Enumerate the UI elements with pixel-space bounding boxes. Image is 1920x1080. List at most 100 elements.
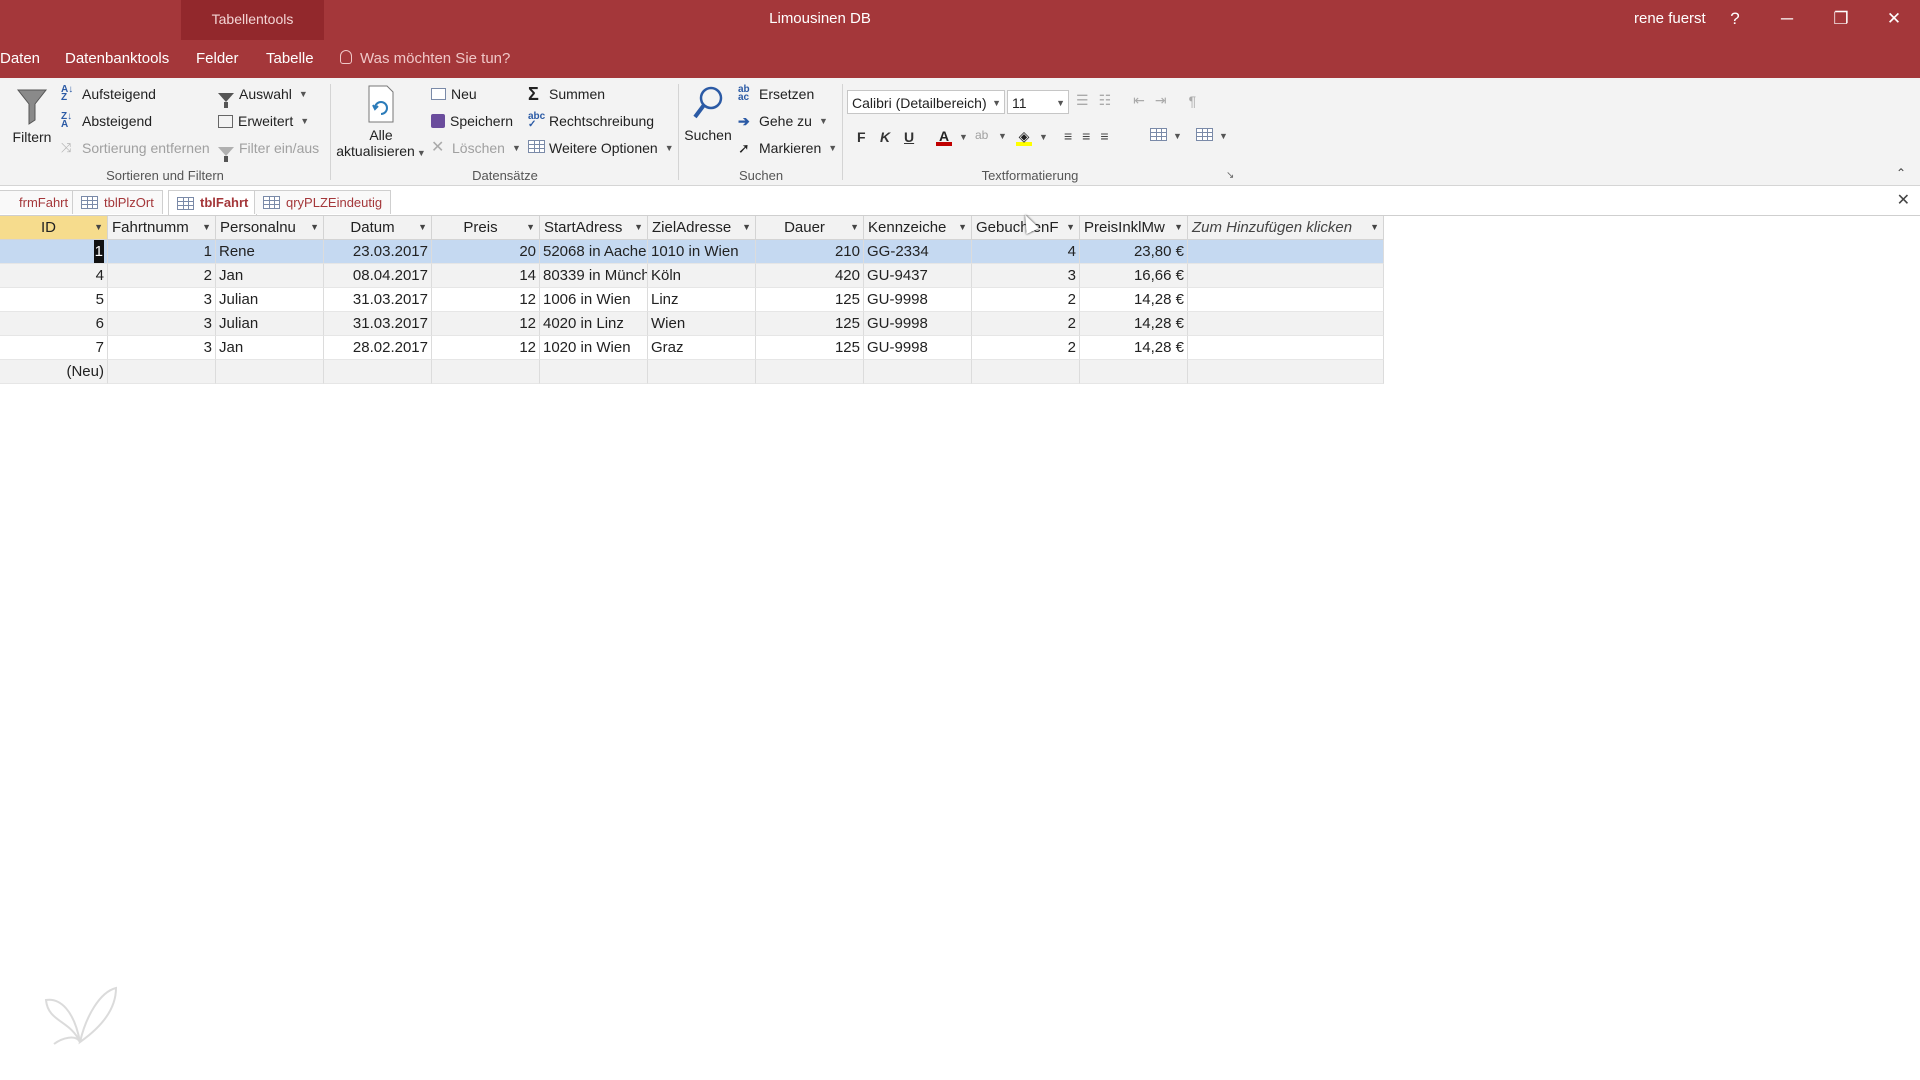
column-header-preis-inkl-mwst[interactable]: PreisInklMw ▼ (1080, 216, 1188, 240)
table-cell[interactable]: (Neu) (0, 360, 108, 384)
tab-tabelle[interactable]: Tabelle (266, 50, 314, 67)
table-cell[interactable] (864, 360, 972, 384)
table-cell[interactable] (972, 360, 1080, 384)
column-header-personalnummer[interactable]: Personalnu ▼ (216, 216, 324, 240)
spelling-button[interactable]: abc ✓ Rechtschreibung (528, 112, 654, 130)
close-document-icon[interactable]: ✕ (1897, 190, 1910, 210)
tab-tblfahrt[interactable]: tblFahrt (168, 190, 258, 215)
collapse-ribbon-icon[interactable]: ⌃ (1896, 166, 1906, 180)
align-center-icon[interactable]: ≡ (1082, 128, 1090, 144)
font-size-combo[interactable]: 11 ▼ (1007, 90, 1069, 114)
column-filter-dropdown-icon[interactable]: ▼ (1066, 216, 1075, 239)
remove-sort-button[interactable]: ⤨ Sortierung entfernen (61, 140, 210, 156)
table-cell[interactable] (1188, 240, 1384, 264)
table-cell[interactable]: 52068 in Aachen (540, 240, 648, 264)
new-record-button[interactable]: Neu (431, 86, 477, 102)
table-cell[interactable]: 14,28 € (1080, 336, 1188, 360)
save-record-button[interactable]: Speichern (431, 113, 513, 129)
table-cell[interactable]: 23.03.2017 (324, 240, 432, 264)
tab-datenbanktools[interactable]: Datenbanktools (65, 50, 169, 67)
column-header-add-column[interactable]: Zum Hinzufügen klicken ▼ (1188, 216, 1384, 240)
column-filter-dropdown-icon[interactable]: ▼ (418, 216, 427, 239)
table-cell[interactable]: GU-9998 (864, 288, 972, 312)
fill-color-button[interactable]: ◈ ▼ (1016, 128, 1048, 146)
table-cell[interactable]: 5 (0, 288, 108, 312)
column-filter-dropdown-icon[interactable]: ▼ (634, 216, 643, 239)
font-name-combo[interactable]: Calibri (Detailbereich) ▼ (847, 90, 1005, 114)
tab-qryplzeindeutig[interactable]: qryPLZEindeutig (254, 190, 392, 214)
table-cell[interactable]: 3 (972, 264, 1080, 288)
table-cell[interactable]: Julian (216, 312, 324, 336)
user-account[interactable]: rene fuerst (1634, 10, 1706, 27)
column-filter-dropdown-icon[interactable]: ▼ (94, 216, 103, 239)
sort-ascending-button[interactable]: A↓ Z Aufsteigend (61, 85, 156, 103)
bold-button[interactable]: F (857, 129, 866, 145)
column-header-kennzeichen[interactable]: Kennzeiche ▼ (864, 216, 972, 240)
goto-button[interactable]: ➔ Gehe zu ▼ (738, 113, 828, 129)
selection-filter-button[interactable]: Auswahl ▼ (218, 86, 308, 108)
table-cell[interactable]: 1006 in Wien (540, 288, 648, 312)
tab-frmfahrt[interactable]: frmFahrt (0, 190, 78, 214)
table-cell[interactable] (1188, 360, 1384, 384)
table-cell[interactable]: 1010 in Wien (648, 240, 756, 264)
table-cell[interactable] (1188, 288, 1384, 312)
delete-record-button[interactable]: ✕ Löschen ▼ (431, 140, 521, 157)
table-cell[interactable]: GU-9437 (864, 264, 972, 288)
table-cell[interactable]: 12 (432, 288, 540, 312)
table-cell[interactable]: 125 (756, 288, 864, 312)
column-filter-dropdown-icon[interactable]: ▼ (742, 216, 751, 239)
find-button[interactable]: Suchen (682, 84, 734, 143)
table-cell[interactable]: GG-2334 (864, 240, 972, 264)
table-cell[interactable]: 14,28 € (1080, 312, 1188, 336)
column-header-datum[interactable]: Datum ▼ (324, 216, 432, 240)
table-cell[interactable]: 2 (972, 288, 1080, 312)
table-cell[interactable]: 4 (972, 240, 1080, 264)
table-cell[interactable]: GU-9998 (864, 312, 972, 336)
table-cell[interactable]: 12 (432, 336, 540, 360)
tab-daten[interactable]: Daten (0, 50, 40, 67)
refresh-all-button[interactable]: Alle aktualisieren ▼ (336, 84, 426, 159)
table-cell[interactable] (756, 360, 864, 384)
column-header-id[interactable]: ID ▼ (0, 216, 108, 240)
table-cell[interactable] (1188, 312, 1384, 336)
column-filter-dropdown-icon[interactable]: ▼ (958, 216, 967, 239)
more-options-button[interactable]: Weitere Optionen ▼ (528, 140, 674, 156)
table-cell[interactable] (1188, 264, 1384, 288)
column-filter-dropdown-icon[interactable]: ▼ (202, 216, 211, 239)
table-cell[interactable]: 80339 in München (540, 264, 648, 288)
dialog-launcher-icon[interactable]: ↘ (1226, 170, 1234, 181)
column-filter-dropdown-icon[interactable]: ▼ (1174, 216, 1183, 239)
table-cell[interactable]: 4 (0, 264, 108, 288)
table-cell[interactable] (432, 360, 540, 384)
column-header-dauer[interactable]: Dauer ▼ (756, 216, 864, 240)
table-cell[interactable]: 08.04.2017 (324, 264, 432, 288)
underline-button[interactable]: U (904, 129, 914, 145)
table-cell[interactable] (1188, 336, 1384, 360)
table-cell[interactable]: 23,80 € (1080, 240, 1188, 264)
font-color-button[interactable]: A ▼ (936, 128, 968, 146)
table-cell[interactable]: 14 (432, 264, 540, 288)
align-left-icon[interactable]: ≡ (1064, 128, 1072, 144)
sort-descending-button[interactable]: Z↓ A Absteigend (61, 112, 152, 130)
numbered-list-icon[interactable]: ☷ (1099, 92, 1112, 109)
table-cell[interactable]: 3 (108, 312, 216, 336)
minimize-button[interactable]: ─ (1772, 6, 1802, 32)
table-cell[interactable]: 12 (432, 312, 540, 336)
highlight-color-button[interactable]: ab ▼ (975, 128, 1007, 144)
table-cell[interactable] (108, 360, 216, 384)
table-cell[interactable]: 210 (756, 240, 864, 264)
table-cell[interactable]: 3 (108, 288, 216, 312)
tell-me-search[interactable]: Was möchten Sie tun? (340, 50, 510, 67)
bullet-list-icon[interactable]: ☰ (1076, 92, 1089, 109)
table-cell[interactable]: 125 (756, 336, 864, 360)
table-cell[interactable] (648, 360, 756, 384)
table-cell[interactable]: Jan (216, 336, 324, 360)
help-button[interactable]: ? (1720, 6, 1750, 32)
align-right-icon[interactable]: ≡ (1100, 128, 1108, 144)
table-cell[interactable]: 4020 in Linz (540, 312, 648, 336)
table-cell[interactable]: 1020 in Wien (540, 336, 648, 360)
table-cell[interactable]: Rene (216, 240, 324, 264)
table-cell[interactable] (216, 360, 324, 384)
alt-row-color-button[interactable]: ▼ (1196, 128, 1228, 144)
tab-tblplzort[interactable]: tblPlzOrt (72, 190, 163, 214)
